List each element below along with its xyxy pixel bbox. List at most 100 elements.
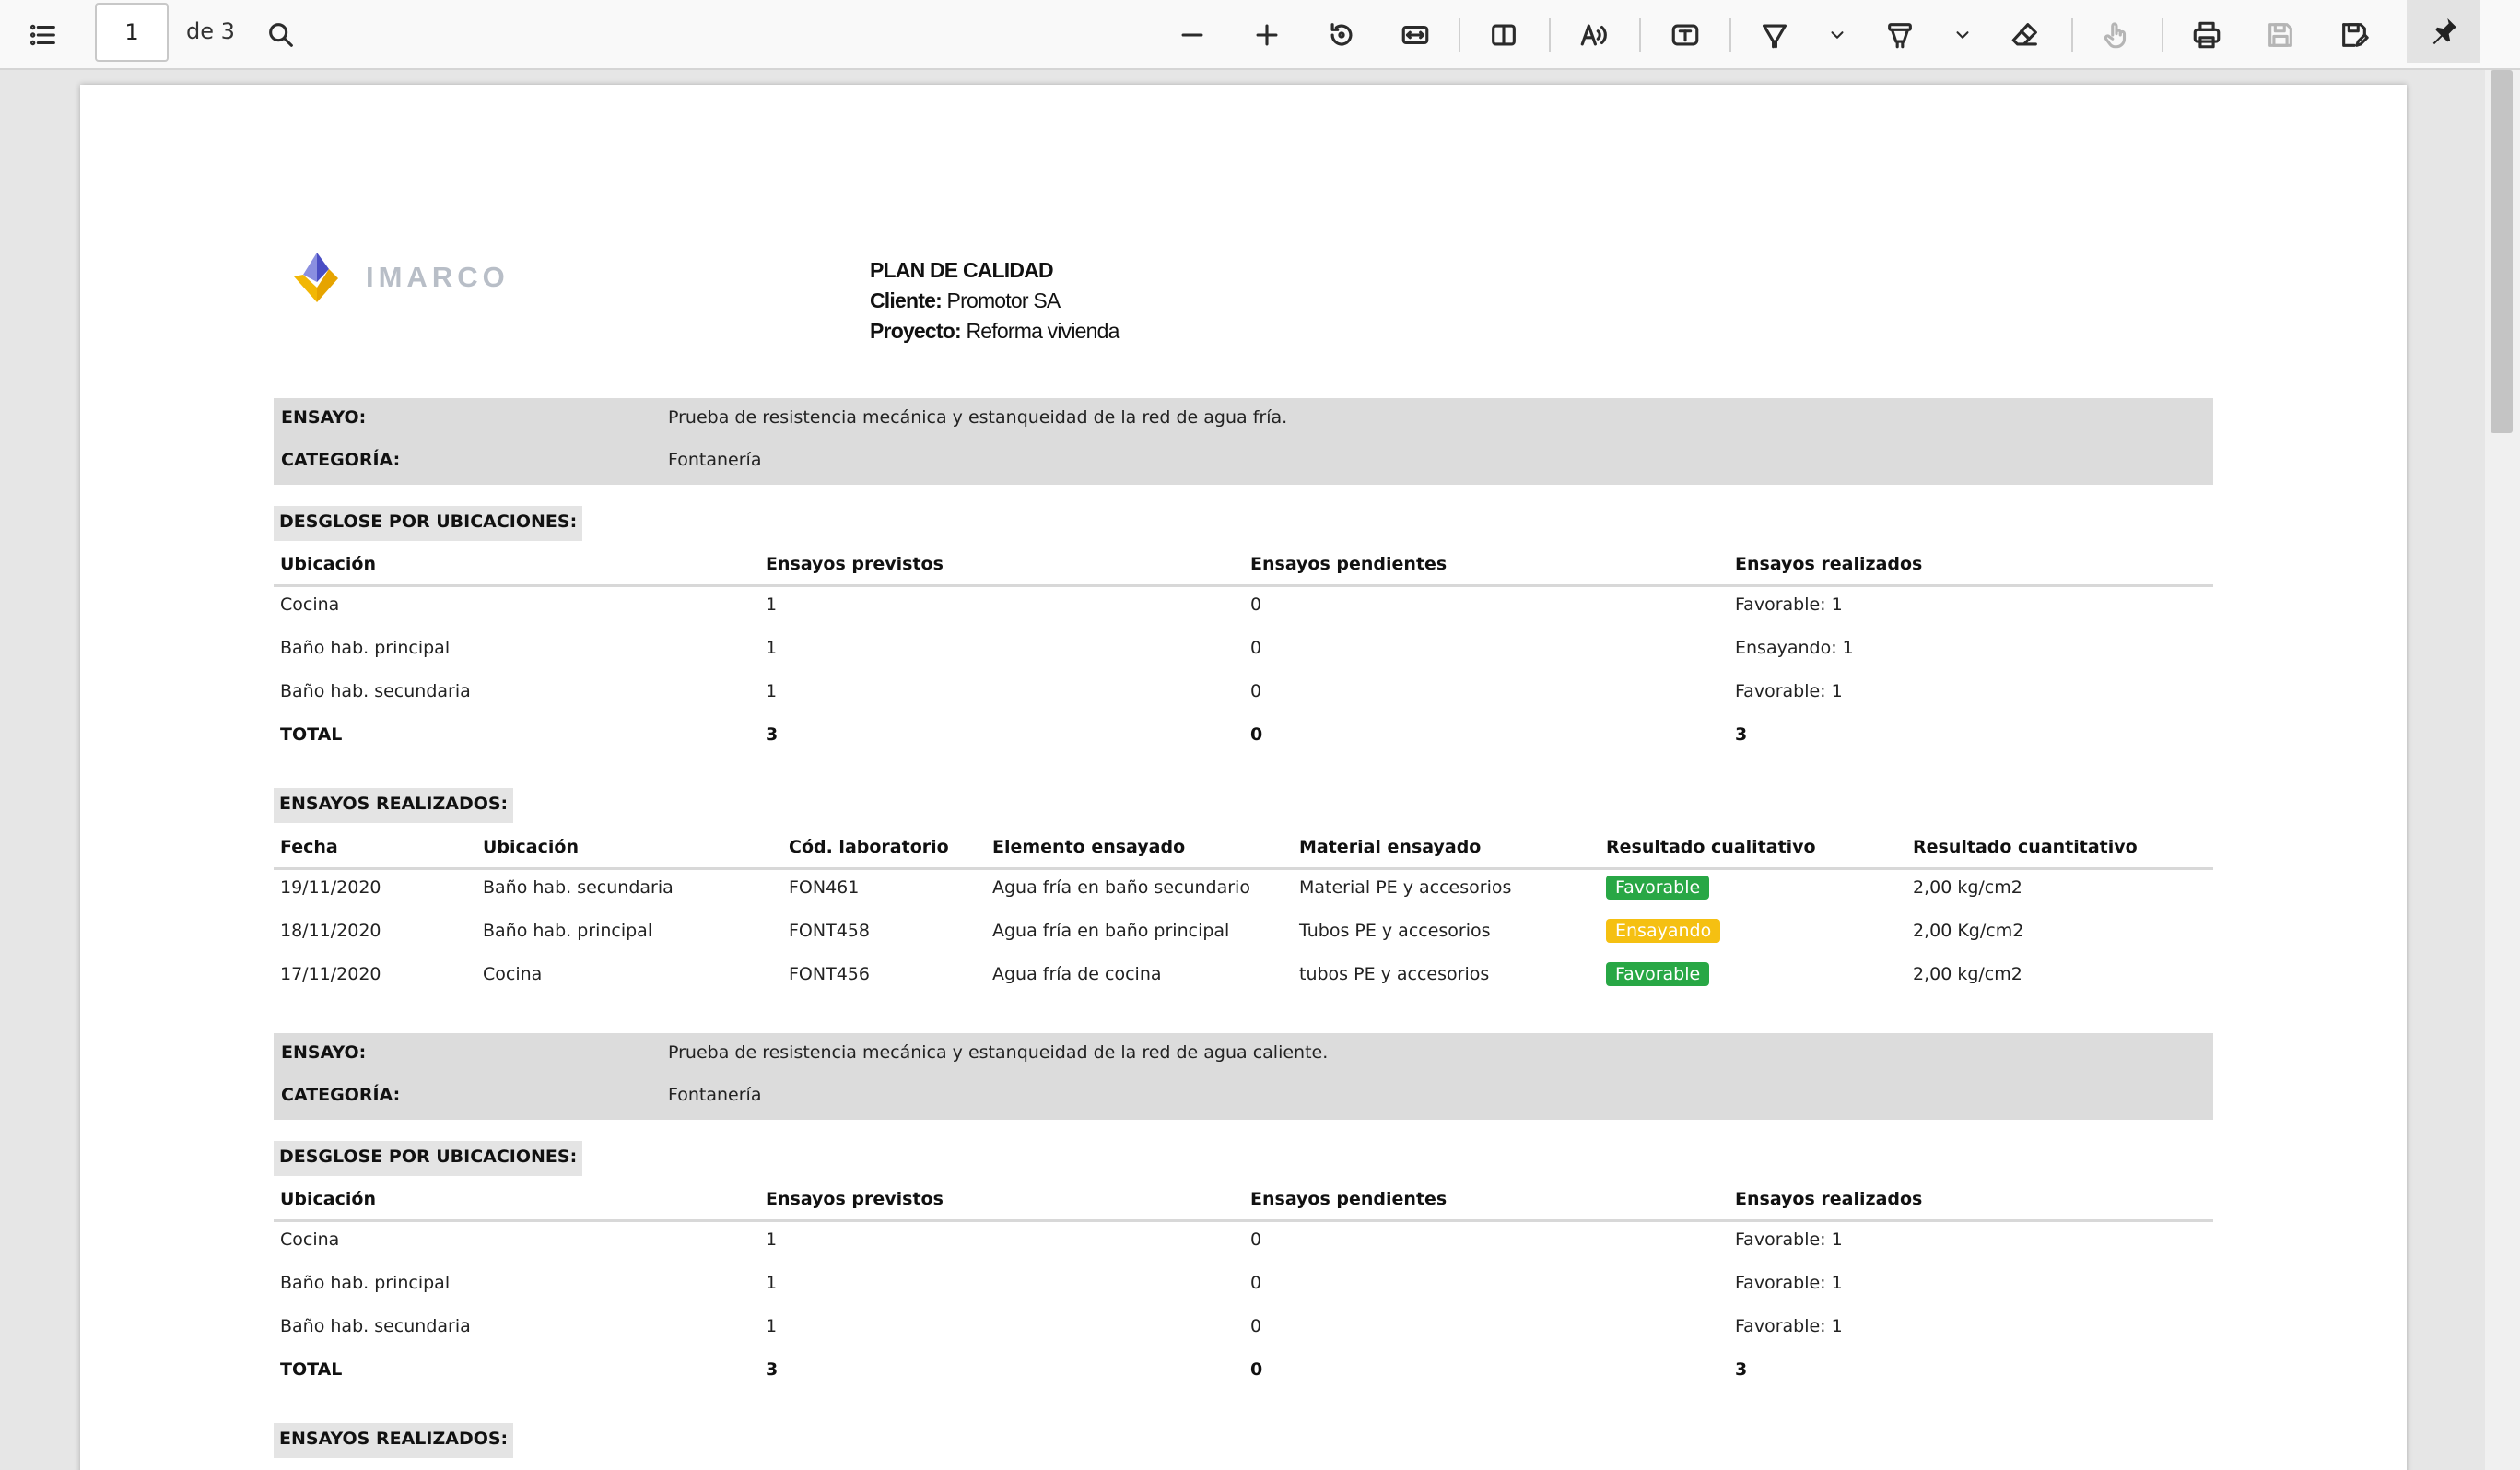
table-cell: Ensayando: 1	[1735, 638, 1854, 658]
categoria-label: CATEGORÍA:	[281, 450, 401, 470]
table-row: Baño hab. secundaria 1 0 Favorable: 1	[274, 674, 2213, 717]
highlight-icon[interactable]	[1751, 11, 1799, 59]
table-header: Ubicación Ensayos previstos Ensayos pend…	[274, 1185, 2213, 1222]
table-cell: TOTAL	[280, 1359, 343, 1380]
fit-width-icon[interactable]	[1391, 11, 1439, 59]
table-cell: 17/11/2020	[280, 964, 381, 984]
pdf-toolbar: de 3	[0, 0, 2520, 70]
table-cell: Agua fría en baño principal	[992, 921, 1230, 941]
save-icon	[2256, 11, 2304, 59]
chevron-down-icon[interactable]	[1823, 11, 1852, 59]
column-header: Cód. laboratorio	[789, 837, 949, 857]
table-cell: FONT456	[789, 964, 870, 984]
table-cell: Baño hab. secundaria	[280, 1316, 471, 1336]
categoria-label: CATEGORÍA:	[281, 1085, 401, 1105]
table-cell: TOTAL	[280, 724, 343, 745]
zoom-in-icon[interactable]	[1243, 11, 1291, 59]
table-cell: Baño hab. principal	[280, 638, 451, 658]
table-row: Baño hab. principal 1 0 Ensayando: 1	[274, 630, 2213, 674]
table-total-row: TOTAL 3 0 3	[274, 717, 2213, 760]
table-cell: Baño hab. secundaria	[280, 681, 471, 701]
save-as-icon[interactable]	[2330, 11, 2378, 59]
table-cell: Cocina	[483, 964, 543, 984]
page-view-icon[interactable]	[1480, 11, 1528, 59]
desglose-table: Ubicación Ensayos previstos Ensayos pend…	[274, 1185, 2213, 1395]
table-cell: 2,00 Kg/cm2	[1913, 921, 2024, 941]
table-cell: 0	[1250, 724, 1263, 745]
column-header: Ensayos realizados	[1735, 1189, 1923, 1209]
table-cell: Agua fría en baño secundario	[992, 877, 1250, 898]
table-cell: Cocina	[280, 594, 340, 615]
rotate-icon[interactable]	[1318, 11, 1365, 59]
document-header: PLAN DE CALIDAD Cliente: Promotor SA Pro…	[870, 255, 1119, 347]
plan-title: PLAN DE CALIDAD	[870, 258, 1054, 282]
table-header: Fecha Ubicación Cód. laboratorio Element…	[274, 833, 2213, 870]
status-badge: Ensayando	[1606, 919, 1721, 943]
column-header: Fecha	[280, 837, 338, 857]
table-cell: Favorable: 1	[1735, 1229, 1843, 1250]
list-icon[interactable]	[19, 11, 67, 59]
table-cell: 1	[766, 1229, 778, 1250]
print-icon[interactable]	[2183, 11, 2231, 59]
eraser-icon[interactable]	[2001, 11, 2049, 59]
table-cell: 3	[766, 1359, 779, 1380]
table-cell: 1	[766, 681, 778, 701]
table-cell: 1	[766, 594, 778, 615]
proyecto-line: Proyecto: Reforma vivienda	[870, 319, 1119, 343]
table-cell: Cocina	[280, 1229, 340, 1250]
column-header: Ensayos previstos	[766, 554, 944, 574]
ensayo-box: ENSAYO: Prueba de resistencia mecánica y…	[274, 1033, 2213, 1120]
table-cell: Baño hab. secundaria	[483, 877, 674, 898]
draw-icon[interactable]	[1876, 11, 1924, 59]
column-header: Ubicación	[280, 1189, 376, 1209]
column-header: Ensayos pendientes	[1250, 554, 1448, 574]
text-box-icon[interactable]	[1661, 11, 1709, 59]
categoria-value: Fontanería	[668, 1085, 762, 1105]
table-cell: 2,00 kg/cm2	[1913, 877, 2022, 898]
zoom-out-icon[interactable]	[1168, 11, 1216, 59]
ensayo-label: ENSAYO:	[281, 1042, 367, 1063]
table-cell: 1	[766, 1316, 778, 1336]
result-badge-cell: Favorable	[1606, 962, 1710, 986]
table-cell: 0	[1250, 681, 1262, 701]
scrollbar-thumb[interactable]	[2491, 70, 2513, 433]
table-cell: 0	[1250, 638, 1262, 658]
column-header: Resultado cualitativo	[1606, 837, 1816, 857]
column-header: Ensayos previstos	[766, 1189, 944, 1209]
table-cell: 0	[1250, 1316, 1262, 1336]
table-cell: 1	[766, 638, 778, 658]
table-cell: Agua fría de cocina	[992, 964, 1162, 984]
column-header: Material ensayado	[1299, 837, 1482, 857]
categoria-value: Fontanería	[668, 450, 762, 470]
table-cell: Favorable: 1	[1735, 1316, 1843, 1336]
table-cell: 0	[1250, 1273, 1262, 1293]
read-aloud-icon[interactable]	[1570, 11, 1618, 59]
chevron-down-icon[interactable]	[1948, 11, 1977, 59]
page-number-input[interactable]	[95, 3, 169, 62]
document-page: IMARCO PLAN DE CALIDAD Cliente: Promotor…	[80, 85, 2407, 1470]
table-cell: Tubos PE y accesorios	[1299, 921, 1491, 941]
search-icon[interactable]	[257, 11, 305, 59]
logo-text: IMARCO	[366, 261, 510, 293]
result-badge-cell: Favorable	[1606, 876, 1710, 900]
table-cell: 0	[1250, 1359, 1263, 1380]
table-cell: Favorable: 1	[1735, 1273, 1843, 1293]
table-cell: 3	[766, 724, 779, 745]
column-header: Ensayos pendientes	[1250, 1189, 1448, 1209]
realizados-table: Fecha Ubicación Cód. laboratorio Element…	[274, 833, 2213, 1000]
pin-icon[interactable]	[2407, 0, 2480, 63]
desglose-title: DESGLOSE POR UBICACIONES:	[274, 1141, 583, 1176]
status-badge: Favorable	[1606, 962, 1710, 986]
vertical-scrollbar[interactable]	[2485, 70, 2520, 1470]
table-row: 19/11/2020 Baño hab. secundaria FON461 A…	[274, 870, 2213, 913]
table-cell: Material PE y accesorios	[1299, 877, 1512, 898]
ensayo-box: ENSAYO: Prueba de resistencia mecánica y…	[274, 398, 2213, 485]
table-row: Baño hab. secundaria 1 0 Favorable: 1	[274, 1309, 2213, 1352]
table-cell: 3	[1735, 1359, 1748, 1380]
table-cell: Baño hab. principal	[483, 921, 653, 941]
table-row: Baño hab. principal 1 0 Favorable: 1	[274, 1265, 2213, 1309]
touch-icon	[2092, 11, 2140, 59]
table-row: 18/11/2020 Baño hab. principal FONT458 A…	[274, 913, 2213, 957]
status-badge: Favorable	[1606, 876, 1710, 900]
table-cell: Favorable: 1	[1735, 681, 1843, 701]
